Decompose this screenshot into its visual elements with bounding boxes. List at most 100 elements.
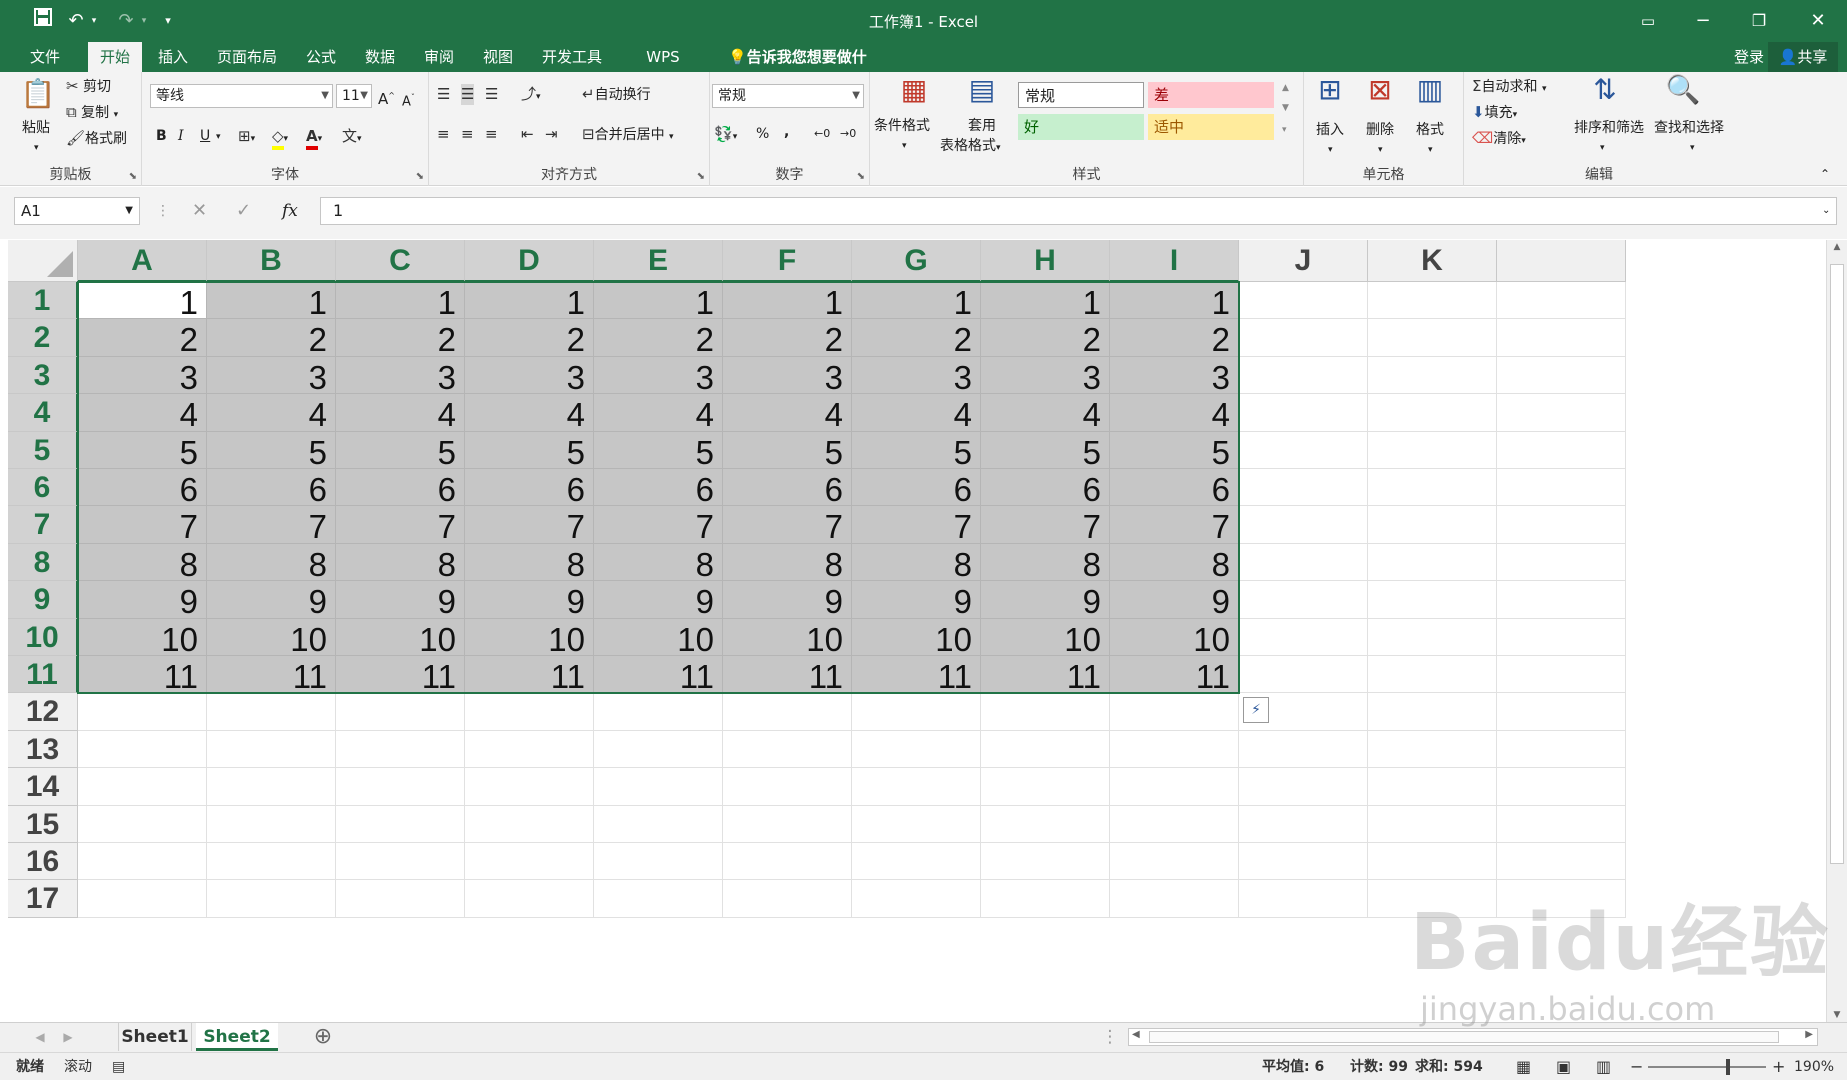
cell-a5[interactable]: 5 [78,431,207,471]
cell-k14[interactable] [1368,768,1497,806]
cell-h10[interactable]: 10 [981,618,1110,658]
cell-i8[interactable]: 8 [1110,543,1239,583]
grow-font-button[interactable]: A^ [378,86,395,109]
cell-l13[interactable] [1497,730,1626,769]
cell-j17[interactable] [1239,880,1368,918]
cell-j5[interactable] [1239,431,1368,469]
cell-e4[interactable]: 4 [594,394,723,433]
phonetic-button[interactable]: 文▾ [342,126,362,149]
cell-a11[interactable]: 11 [78,656,207,695]
cell-h6[interactable]: 6 [981,469,1110,508]
name-box[interactable]: A1 ▼ [14,197,140,225]
format-cells-button[interactable]: 格式 [1416,120,1444,140]
cell-k10[interactable] [1368,618,1497,656]
column-header-i[interactable]: I [1110,240,1239,282]
cell-l5[interactable] [1497,431,1626,469]
paste-dropdown-icon[interactable]: ▾ [34,138,39,158]
cell-e12[interactable] [594,693,723,731]
cell-i6[interactable]: 6 [1110,469,1239,508]
row-header-2[interactable]: 2 [8,319,78,357]
cell-i12[interactable] [1110,693,1239,731]
cell-b7[interactable]: 7 [207,506,336,545]
column-header-b[interactable]: B [207,240,336,282]
column-header-blank[interactable] [1497,240,1626,282]
cell-i17[interactable] [1110,880,1239,918]
cell-i16[interactable] [1110,843,1239,881]
zoom-slider[interactable] [1648,1059,1766,1075]
row-header-16[interactable]: 16 [8,843,78,881]
cell-a1[interactable]: 1 [78,282,207,321]
restore-icon[interactable]: ❐ [1736,6,1782,36]
autosum-button[interactable]: Σ自动求和 ▾ [1472,76,1546,99]
row-header-13[interactable]: 13 [8,730,78,769]
cell-c15[interactable] [336,805,465,843]
row-header-1[interactable]: 1 [8,282,78,320]
worksheet-grid[interactable]: ABCDEFGHIJK 1 2 3 4 5 6 7 8 9 10 11 12 13 14 15 16 17 11… [8,240,1826,1022]
table-format-button[interactable]: 表格格式▾ [940,136,1001,158]
conditional-format-icon[interactable]: ▦ [886,72,942,108]
zoom-in-icon[interactable]: + [1772,1058,1785,1076]
cell-g4[interactable]: 4 [852,394,981,433]
cell-d4[interactable]: 4 [465,394,594,433]
cell-f9[interactable]: 9 [723,581,852,620]
table-format-line1[interactable]: 套用 [968,116,996,136]
cell-e11[interactable]: 11 [594,656,723,695]
cell-c14[interactable] [336,768,465,806]
ribbon-display-options-icon[interactable]: ▭ [1625,6,1671,36]
cell-k7[interactable] [1368,506,1497,544]
borders-button[interactable]: ⊞▾ [238,126,255,149]
cell-j1[interactable] [1239,282,1368,320]
cell-d17[interactable] [465,880,594,918]
row-header-17[interactable]: 17 [8,880,78,918]
cell-g13[interactable] [852,730,981,769]
underline-button[interactable]: U [200,126,210,146]
cell-d8[interactable]: 8 [465,543,594,583]
tab-home[interactable]: 开始 [88,42,142,72]
column-header-h[interactable]: H [981,240,1110,282]
cell-l4[interactable] [1497,394,1626,432]
decrease-decimal-icon[interactable]: →0 [840,124,856,144]
prev-sheet-icon[interactable]: ◀ [30,1023,50,1051]
cell-f1[interactable]: 1 [723,282,852,321]
cell-f5[interactable]: 5 [723,431,852,471]
cut-button[interactable]: ✂ 剪切 [66,76,111,97]
cell-d6[interactable]: 6 [465,469,594,508]
cell-d13[interactable] [465,730,594,769]
fill-color-button[interactable]: ◇▾ [272,126,288,150]
cell-k4[interactable] [1368,394,1497,432]
tell-me-box[interactable]: 💡告诉我您想要做什么... [720,42,900,96]
quick-analysis-icon[interactable]: ⚡ [1243,697,1269,724]
cell-i3[interactable]: 3 [1110,356,1239,396]
column-header-g[interactable]: G [852,240,981,282]
cell-e16[interactable] [594,843,723,881]
cell-e15[interactable] [594,805,723,843]
cell-h15[interactable] [981,805,1110,843]
row-header-7[interactable]: 7 [8,506,78,544]
select-all-corner[interactable] [8,240,78,282]
tab-wps-pdf[interactable]: WPS PDF [622,42,704,96]
cell-e8[interactable]: 8 [594,543,723,583]
alignment-launcher-icon[interactable]: ⬊ [697,171,705,182]
column-header-a[interactable]: A [78,240,207,282]
collapse-ribbon-icon[interactable]: ⌃ [1820,164,1830,184]
cell-j16[interactable] [1239,843,1368,881]
sort-filter-button[interactable]: 排序和筛选 [1574,118,1644,138]
cell-e9[interactable]: 9 [594,581,723,620]
delete-cells-button[interactable]: 删除 [1366,120,1394,140]
cell-e13[interactable] [594,730,723,769]
cell-i2[interactable]: 2 [1110,319,1239,358]
cell-e2[interactable]: 2 [594,319,723,358]
cell-b4[interactable]: 4 [207,394,336,433]
cell-k6[interactable] [1368,469,1497,507]
cell-e1[interactable]: 1 [594,282,723,321]
cell-b1[interactable]: 1 [207,282,336,321]
font-color-button[interactable]: A▾ [306,126,322,150]
accounting-format-button[interactable]: 💱▾ [714,124,737,147]
cell-j13[interactable] [1239,730,1368,769]
row-header-4[interactable]: 4 [8,394,78,432]
cell-a12[interactable] [78,693,207,731]
font-size-select[interactable]: 11 ▼ [336,84,372,108]
tab-file[interactable]: 文件 [20,42,70,72]
paste-icon[interactable]: 📋 [14,76,62,112]
cell-b14[interactable] [207,768,336,806]
